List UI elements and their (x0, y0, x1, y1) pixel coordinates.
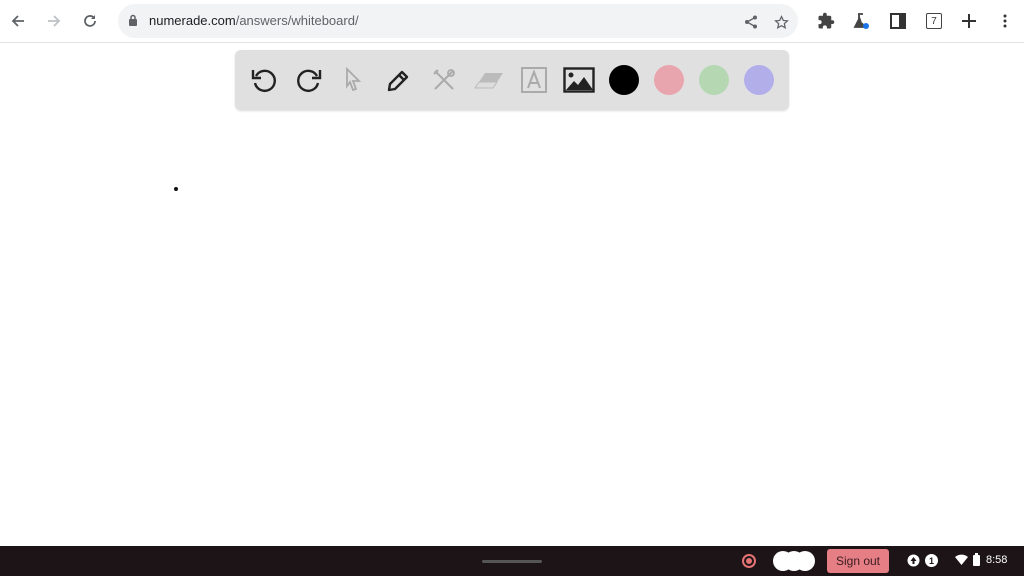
extensions-button[interactable] (814, 9, 838, 33)
kebab-menu-icon (1003, 14, 1007, 28)
flask-icon (853, 13, 869, 29)
color-swatch-purple[interactable] (744, 65, 774, 95)
cursor-icon (346, 66, 362, 92)
text-box-icon (521, 67, 547, 93)
wrench-hammer-icon (433, 69, 455, 90)
reload-button[interactable] (77, 8, 103, 34)
undo-button[interactable] (247, 63, 281, 97)
plus-icon (962, 14, 976, 28)
undo-icon (251, 69, 276, 92)
sign-out-button[interactable]: Sign out (827, 549, 889, 573)
redo-icon (297, 69, 322, 92)
wifi-icon[interactable] (955, 554, 968, 565)
screen-record-icon[interactable] (742, 554, 756, 568)
eraser-tool[interactable] (472, 63, 506, 97)
image-upload-button[interactable] (562, 63, 596, 97)
update-icon[interactable] (907, 554, 920, 567)
canvas-ink-dot (174, 187, 178, 191)
back-button[interactable] (5, 8, 31, 34)
tab-search-button[interactable]: 7 (922, 9, 946, 33)
tools-button[interactable] (427, 63, 461, 97)
side-panel-button[interactable] (886, 9, 910, 33)
bookmark-button[interactable] (770, 11, 792, 33)
forward-arrow-icon (48, 15, 61, 27)
system-shelf: Sign out 1 8:58 (0, 546, 1024, 576)
browser-menu-button[interactable] (993, 9, 1017, 33)
color-swatch-green[interactable] (699, 65, 729, 95)
color-swatch-pink[interactable] (654, 65, 684, 95)
puzzle-icon (818, 12, 835, 29)
reload-icon (84, 15, 96, 27)
url-path: /answers/whiteboard/ (235, 13, 359, 28)
browser-toolbar: numerade.com/answers/whiteboard/ 7 (0, 0, 1024, 43)
account-avatars[interactable] (773, 551, 815, 571)
back-arrow-icon (11, 15, 24, 27)
share-button[interactable] (740, 11, 762, 33)
battery-icon[interactable] (973, 553, 980, 566)
forward-button[interactable] (41, 8, 67, 34)
eraser-icon (474, 73, 503, 89)
labs-button[interactable] (849, 9, 873, 33)
pencil-icon (387, 70, 409, 92)
text-tool[interactable] (517, 63, 551, 97)
clock[interactable]: 8:58 (986, 554, 1007, 566)
new-tab-button[interactable] (957, 9, 981, 33)
share-icon (745, 15, 757, 29)
redo-button[interactable] (292, 63, 326, 97)
shelf-handle[interactable] (482, 560, 542, 563)
pen-tool[interactable] (382, 63, 416, 97)
address-bar[interactable]: numerade.com/answers/whiteboard/ (118, 4, 798, 38)
url-text[interactable]: numerade.com/answers/whiteboard/ (149, 13, 359, 28)
side-panel-icon (890, 13, 906, 29)
url-host: numerade.com (149, 13, 236, 28)
lock-icon (129, 14, 137, 26)
select-tool[interactable] (337, 63, 371, 97)
color-swatch-black[interactable] (609, 65, 639, 95)
tab-count: 7 (926, 13, 942, 29)
star-icon (773, 14, 789, 29)
image-icon (563, 67, 595, 93)
whiteboard-toolbar (235, 50, 789, 110)
notification-badge[interactable]: 1 (925, 554, 938, 567)
